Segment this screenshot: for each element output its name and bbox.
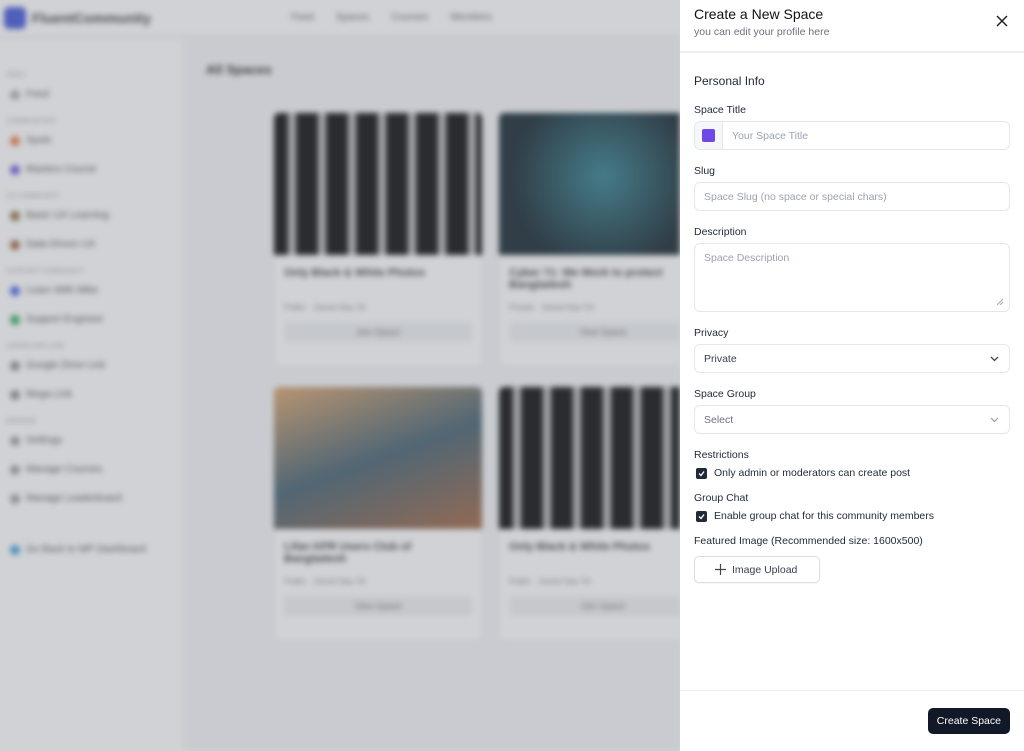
description-textarea[interactable]: Space Description (694, 243, 1010, 312)
close-icon[interactable] (994, 13, 1010, 29)
drawer-subtitle: you can edit your profile here (694, 26, 830, 38)
checkbox-checked-icon[interactable] (696, 467, 707, 479)
modal-backdrop[interactable] (0, 0, 680, 751)
placeholder: Space Description (704, 252, 790, 264)
button-label: Image Upload (732, 563, 798, 576)
chevron-down-icon (990, 356, 999, 362)
slug-input[interactable]: Space Slug (no space or special chars) (694, 182, 1010, 211)
space-group-label: Space Group (694, 388, 756, 400)
section-title: Personal Info (694, 74, 765, 88)
space-group-select[interactable]: Select (694, 405, 1010, 434)
slug-label: Slug (694, 165, 716, 177)
featured-image-label: Featured Image (Recommended size: 1600x5… (694, 535, 923, 547)
resize-handle-icon[interactable] (996, 298, 1003, 305)
space-title-label: Space Title (694, 104, 746, 116)
image-upload-button[interactable]: Image Upload (694, 556, 821, 583)
space-title-input[interactable]: Your Space Title (694, 121, 1010, 150)
privacy-select[interactable]: Private (694, 344, 1010, 373)
description-label: Description (694, 226, 747, 238)
color-swatch (702, 129, 715, 142)
restrictions-checkbox[interactable]: Only admin or moderators can create post (696, 467, 1010, 479)
checkbox-label: Only admin or moderators can create post (714, 467, 911, 479)
plus-icon (715, 564, 726, 575)
group-chat-checkbox[interactable]: Enable group chat for this community mem… (696, 510, 1010, 522)
checkbox-label: Enable group chat for this community mem… (714, 510, 935, 522)
restrictions-label: Restrictions (694, 449, 749, 461)
create-space-drawer: Create a New Space you can edit your pro… (680, 0, 1024, 751)
chevron-down-icon (990, 417, 999, 423)
privacy-label: Privacy (694, 327, 729, 339)
placeholder: Space Slug (no space or special chars) (704, 190, 887, 203)
placeholder: Your Space Title (732, 129, 809, 142)
selected-value: Private (704, 352, 737, 365)
group-chat-label: Group Chat (694, 492, 749, 504)
selected-value: Select (704, 413, 734, 426)
color-picker[interactable] (695, 122, 723, 149)
create-space-button[interactable]: Create Space (927, 708, 1010, 734)
checkbox-checked-icon[interactable] (696, 510, 707, 522)
drawer-title: Create a New Space (694, 6, 824, 22)
